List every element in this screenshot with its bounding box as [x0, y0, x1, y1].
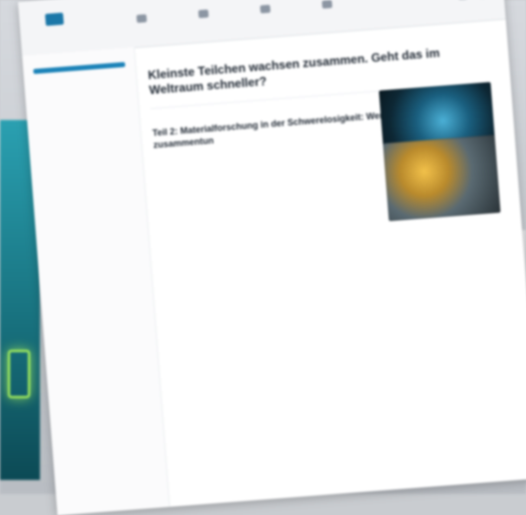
nav-item-1[interactable] — [119, 5, 165, 34]
sidebar-item[interactable] — [38, 76, 136, 84]
sidebar-item[interactable] — [38, 76, 136, 84]
sidebar-item-active[interactable] — [38, 76, 136, 84]
nav-item-2[interactable] — [181, 0, 227, 29]
sidebar-item[interactable] — [38, 76, 136, 84]
sidebar-subitem[interactable] — [44, 76, 136, 83]
browser-page: Kleinste Teilchen wachsen zusammen. Geht… — [18, 0, 526, 515]
figure-image-2 — [383, 135, 501, 221]
site-logo[interactable] — [18, 0, 112, 56]
nav-item-4[interactable] — [304, 0, 350, 20]
sidebar-item[interactable] — [38, 76, 136, 84]
sidebar-subitem[interactable] — [44, 76, 136, 83]
nav-icon — [136, 14, 147, 23]
sidebar-footer — [60, 358, 148, 365]
nav-icon — [198, 9, 209, 18]
nav-icon — [322, 0, 333, 9]
figure-2 — [383, 135, 501, 225]
top-nav — [119, 0, 350, 34]
logo-icon — [45, 13, 64, 26]
nav-item-3[interactable] — [242, 0, 288, 25]
main-content: Kleinste Teilchen wachsen zusammen. Geht… — [147, 32, 521, 506]
sidebar-item[interactable] — [38, 76, 136, 84]
sidebar-subitem[interactable] — [44, 76, 136, 83]
nav-icon — [260, 5, 271, 14]
sidebar-subitem[interactable] — [44, 76, 136, 83]
sidebar-subitem[interactable] — [44, 76, 136, 83]
battery-icon — [8, 350, 30, 398]
sidebar-subitem[interactable] — [44, 76, 136, 83]
sidebar-accent-bar — [33, 62, 125, 74]
sidebar-item[interactable] — [38, 76, 136, 84]
